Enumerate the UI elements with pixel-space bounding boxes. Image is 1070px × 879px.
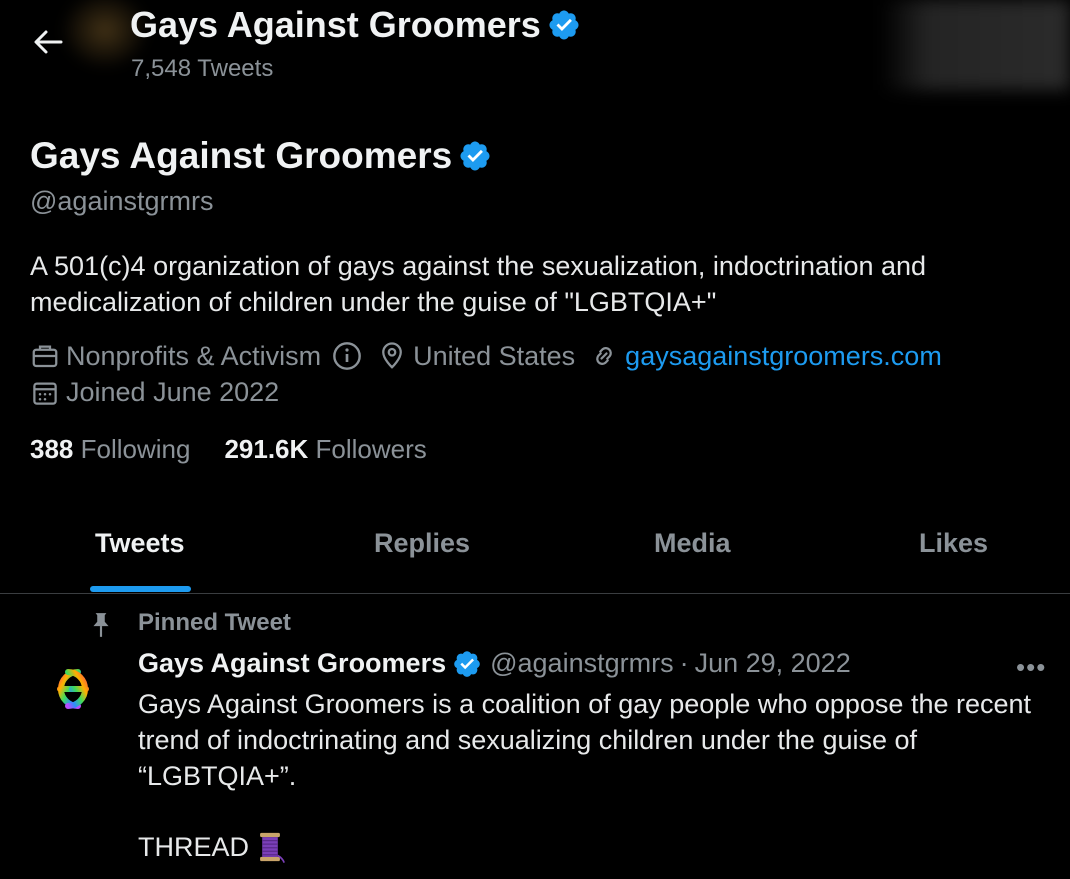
followers-count: 291.6K [224,434,309,464]
header-title-text: Gays Against Groomers [130,4,541,45]
active-tab-indicator [90,586,191,592]
profile-name-text: Gays Against Groomers [30,135,453,176]
location-item: United States [377,341,575,372]
tab-likes[interactable]: Likes [919,528,988,559]
tweet-header: Gays Against Groomers @againstgrmrs · Ju… [138,648,851,679]
info-icon[interactable] [331,340,363,372]
pinned-tweet-label: Pinned Tweet [138,609,291,636]
profile-bio: A 501(c)4 organization of gays against t… [30,251,927,317]
verified-badge-icon[interactable] [458,139,492,173]
back-arrow-icon [34,30,63,54]
following-stat[interactable]: 388 Following [30,434,190,465]
website-item[interactable]: gaysagainstgroomers.com [589,341,942,372]
category-label: Nonprofits & Activism [66,340,322,371]
joined-item: Joined June 2022 [30,377,279,408]
header-title: Gays Against Groomers [130,4,581,46]
tabs-divider [0,593,1070,594]
avatar[interactable] [38,660,108,720]
location-label: United States [413,340,576,371]
followers-label: Followers [315,434,427,464]
link-icon [596,347,613,365]
location-pin-icon [382,342,402,369]
tweet-text: Gays Against Groomers is a coalition of … [138,689,1039,791]
tweet-date[interactable]: Jun 29, 2022 [695,648,851,679]
tab-tweets[interactable]: Tweets [95,528,185,559]
profile-tabs: Tweets Replies Media Likes [0,510,1070,594]
blurred-follow-area [880,0,1070,90]
website-link[interactable]: gaysagainstgroomers.com [625,341,942,372]
tweet-thread-line: THREAD [138,830,287,864]
briefcase-icon [32,345,58,368]
back-button[interactable] [30,24,66,60]
pin-icon [93,613,109,637]
tweet-author-name[interactable]: Gays Against Groomers [138,648,446,679]
following-label: Following [80,434,191,464]
profile-stats: 388 Following 291.6K Followers [30,434,427,465]
calendar-icon [33,382,57,405]
category-item: Nonprofits & Activism [30,340,363,372]
tweet-author-handle[interactable]: @againstgrmrs [490,648,673,679]
verified-badge-icon[interactable] [452,649,482,679]
tab-replies[interactable]: Replies [374,528,470,559]
tab-media[interactable]: Media [654,528,731,559]
joined-row: Joined June 2022 [30,377,293,408]
profile-handle: @againstgrmrs [30,186,214,216]
spool-icon [260,832,285,863]
header-tweet-count: 7,548 Tweets [131,55,274,82]
verified-badge-icon [549,10,579,40]
following-count: 388 [30,434,74,464]
joined-label: Joined June 2022 [66,377,280,407]
tweet-separator: · [679,648,689,678]
thread-label: THREAD [138,831,250,862]
profile-name: Gays Against Groomers [30,135,492,177]
profile-meta: Nonprofits & Activism United States gays… [30,340,956,372]
more-icon[interactable]: ••• [1016,652,1046,683]
followers-stat[interactable]: 291.6K Followers [224,434,426,465]
